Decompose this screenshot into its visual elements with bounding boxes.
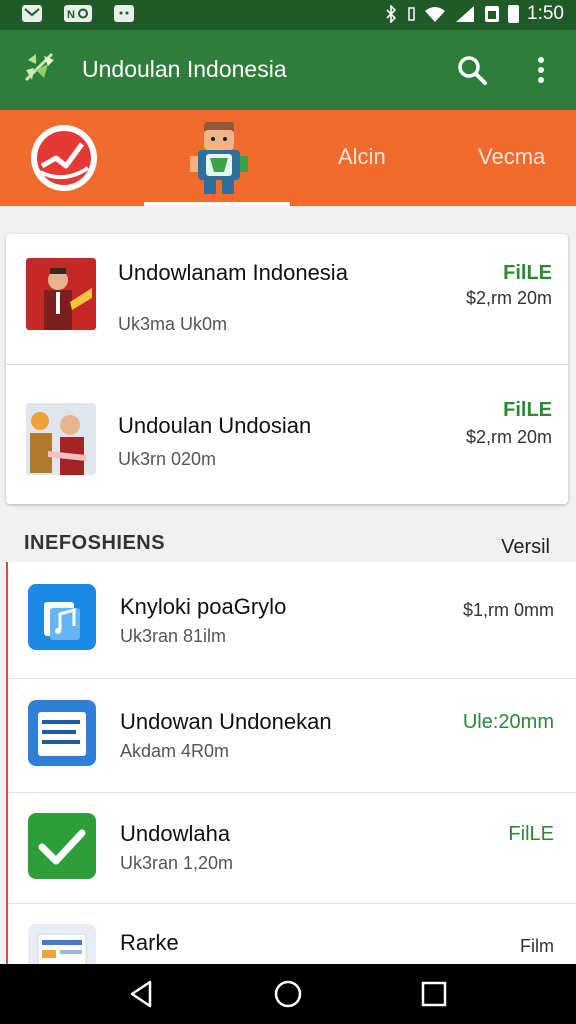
system-icons: 1:50 xyxy=(384,3,564,25)
item-title: Rarke xyxy=(120,930,179,955)
bluetooth-icon xyxy=(386,5,397,23)
status-bar: N 1:50 xyxy=(0,0,576,30)
notification-icons: N xyxy=(22,5,134,22)
item-subtitle: Akdam 4R0m xyxy=(120,741,230,761)
item-meta: Ule:20mm xyxy=(462,711,554,733)
item-title: Undowan Undonekan xyxy=(120,709,332,734)
list-item[interactable]: Knyloki poaGrylo Uk3ran 81ilm $1,rm 0mm xyxy=(8,562,576,678)
nfc-icon: N xyxy=(64,5,92,22)
sim-icon xyxy=(485,6,500,22)
item-title: Knyloki poaGrylo xyxy=(120,594,287,619)
app-title: Undoulan Indonesia xyxy=(82,56,287,82)
home-icon[interactable] xyxy=(272,978,304,1010)
android-icon xyxy=(114,5,134,22)
more-vert-icon[interactable] xyxy=(526,52,556,88)
character-icon[interactable] xyxy=(184,118,254,202)
item-title: Undoulan Undosian xyxy=(118,413,312,438)
list-item[interactable]: Undowlanam Indonesia Uk3ma Uk0m FilLE $2… xyxy=(6,234,568,364)
item-status: FilLE xyxy=(503,262,552,284)
tab-alcin[interactable]: Alcin xyxy=(338,144,386,170)
item-price: $2,rm 20m xyxy=(465,288,552,308)
selected-tab-indicator xyxy=(144,202,290,206)
clock: 1:50 xyxy=(527,3,564,24)
item-title: Undowlanam Indonesia xyxy=(118,260,348,285)
section-title: INEFOSHIENS xyxy=(24,532,166,554)
list-item[interactable]: Undowlaha Uk3ran 1,20m FilLE xyxy=(8,793,576,903)
screen-doc-icon xyxy=(28,924,96,964)
list-item[interactable]: Rarke Film xyxy=(8,904,576,964)
app-logo-icon xyxy=(24,52,54,82)
wifi-icon xyxy=(425,7,446,22)
section-action-link[interactable]: Versil xyxy=(501,536,550,559)
checkmark-icon xyxy=(28,813,96,879)
app-list: Knyloki poaGrylo Uk3ran 81ilm $1,rm 0mm … xyxy=(6,562,576,964)
tab-strip: Alcin Vecma xyxy=(0,110,576,206)
item-status: FilLE xyxy=(503,399,552,421)
chart-badge-icon[interactable] xyxy=(28,122,100,194)
item-subtitle: Uk3ma Uk0m xyxy=(118,314,228,334)
mail-icon xyxy=(22,5,42,22)
svg-text:N: N xyxy=(67,9,75,21)
music-doc-icon xyxy=(28,584,96,650)
item-title: Undowlaha xyxy=(120,821,231,846)
item-price: $2,rm 20m xyxy=(465,427,552,447)
featured-card: Undowlanam Indonesia Uk3ma Uk0m FilLE $2… xyxy=(6,234,568,504)
item-subtitle: Uk3rn 020m xyxy=(118,449,217,469)
person-altar-thumbnail xyxy=(26,403,96,475)
tab-vecma[interactable]: Vecma xyxy=(478,144,545,170)
person-flag-thumbnail xyxy=(26,258,96,330)
navigation-bar xyxy=(0,964,576,1024)
back-icon[interactable] xyxy=(126,978,158,1010)
item-meta: Film xyxy=(520,936,554,956)
signal-icon xyxy=(456,6,475,22)
app-bar: Undoulan Indonesia xyxy=(0,30,576,110)
item-meta: $1,rm 0mm xyxy=(462,600,554,620)
item-subtitle: Uk3ran 81ilm xyxy=(120,626,227,646)
item-status: FilLE xyxy=(508,823,554,845)
document-card-icon xyxy=(28,700,96,766)
battery-icon xyxy=(508,5,520,23)
recents-icon[interactable] xyxy=(418,978,450,1010)
list-item[interactable]: Undoulan Undosian Uk3rn 020m FilLE $2,rm… xyxy=(6,365,568,504)
vibrate-icon xyxy=(408,7,415,21)
list-item[interactable]: Undowan Undonekan Akdam 4R0m Ule:20mm xyxy=(8,679,576,792)
search-icon[interactable] xyxy=(454,52,490,88)
item-subtitle: Uk3ran 1,20m xyxy=(120,853,234,873)
